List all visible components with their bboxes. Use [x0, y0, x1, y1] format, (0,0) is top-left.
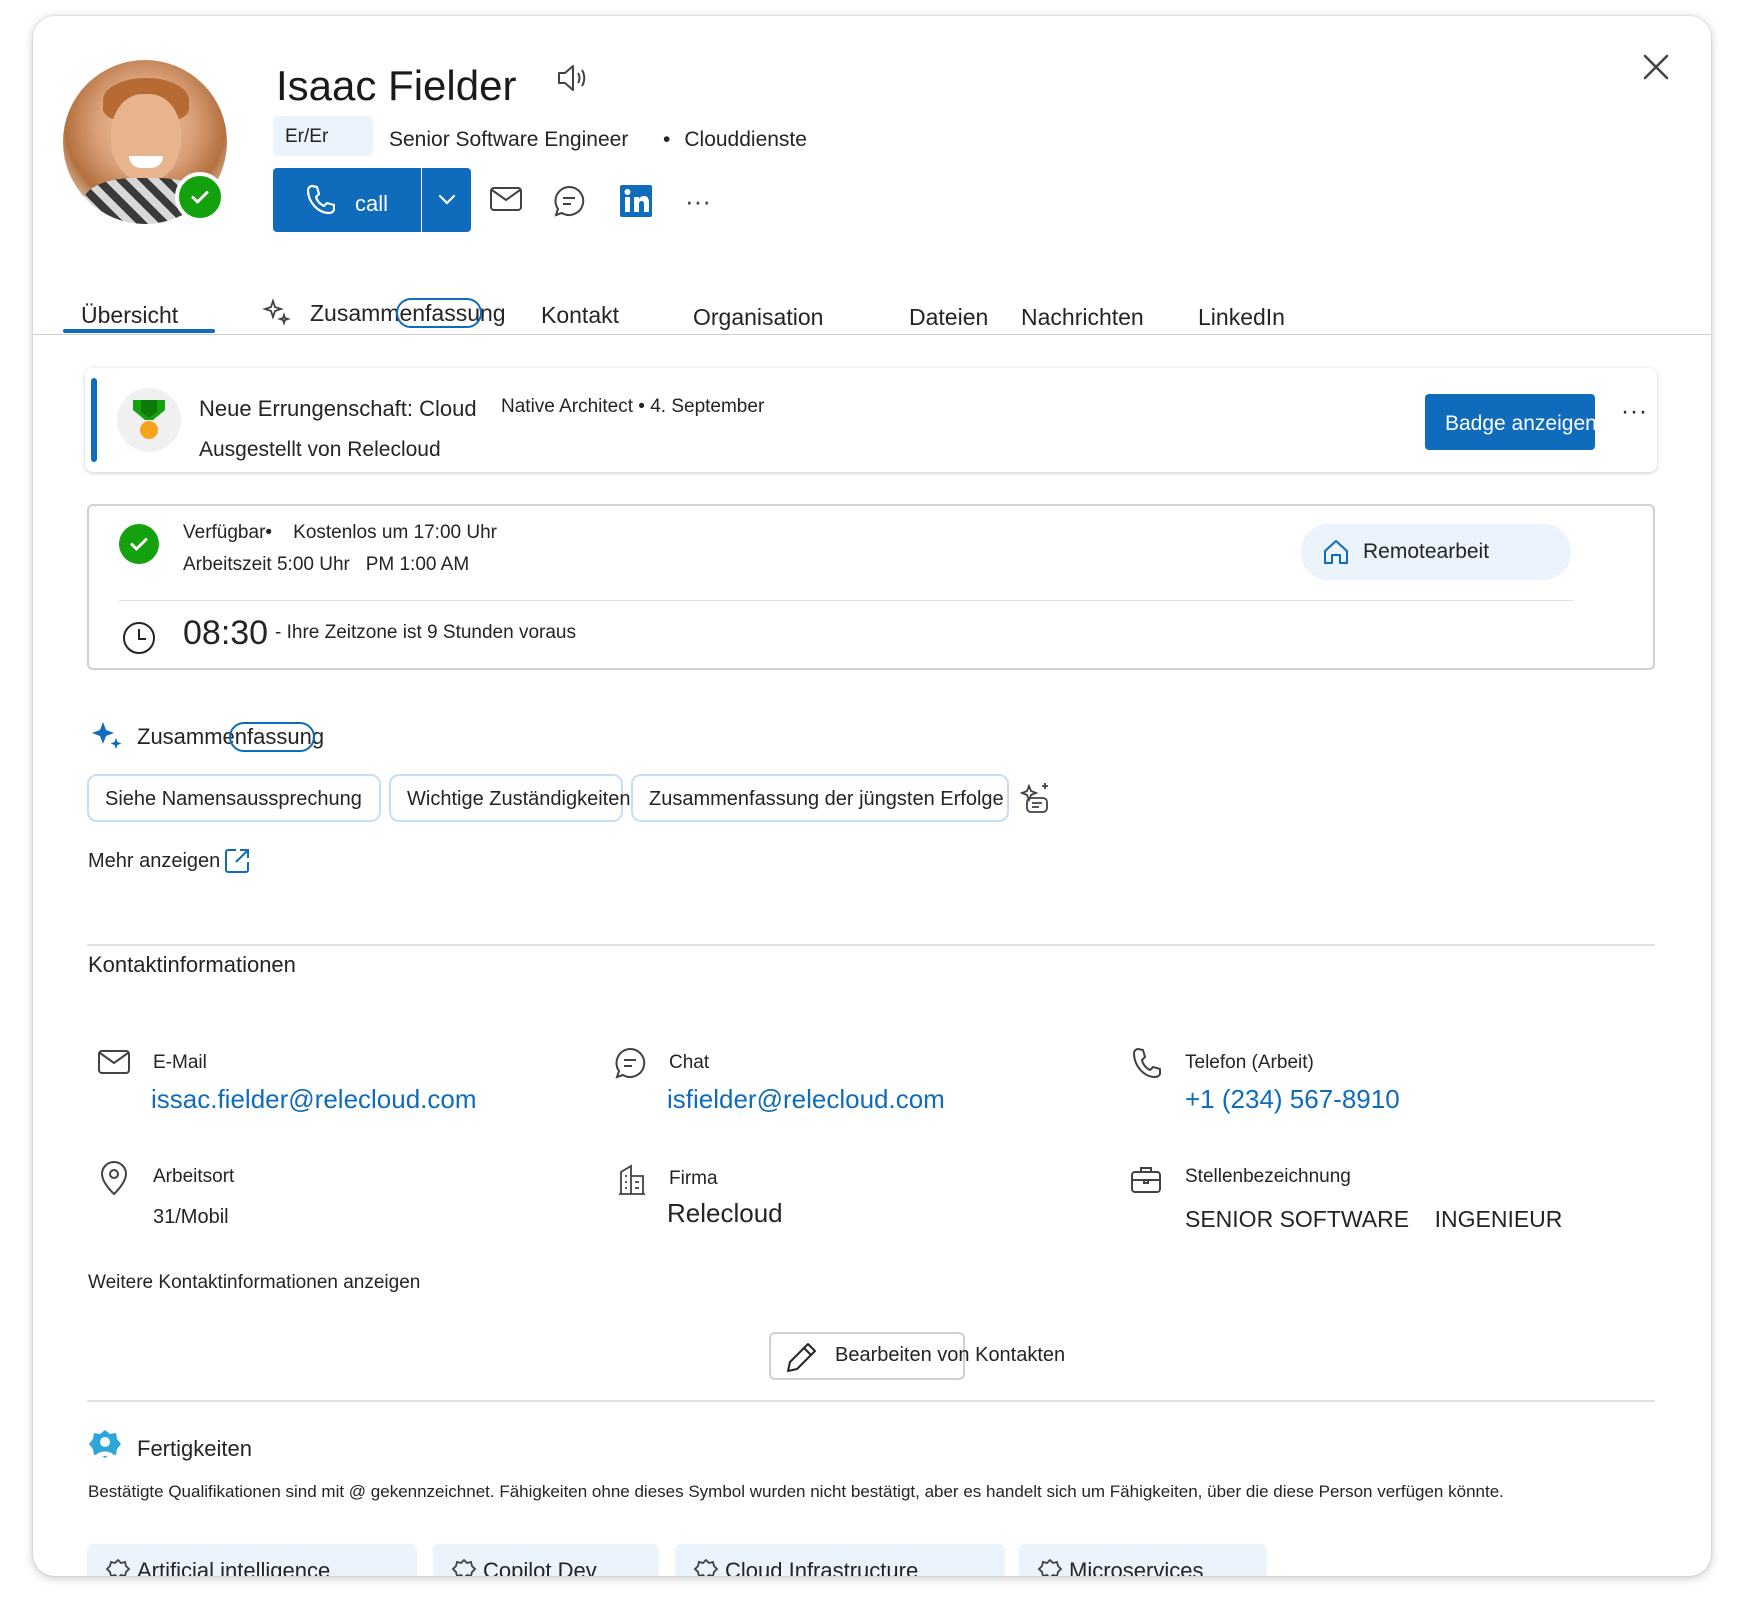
chat-label: Chat [669, 1052, 710, 1073]
availability-card: Verfügbar• Kostenlos um 17:00 Uhr Arbeit… [87, 504, 1655, 670]
phone-icon [1131, 1046, 1161, 1087]
timezone-note: - Ihre Zeitzone ist 9 Stunden voraus [275, 622, 576, 643]
tabs-divider [33, 334, 1711, 335]
skills-description: Bestätigte Qualifikationen sind mit @ ge… [88, 1482, 1504, 1501]
chip-recent-achievements[interactable]: Zusammenfassung der jüngsten Erfolge [631, 774, 1009, 822]
location-value: 31/Mobil [153, 1206, 229, 1228]
section-divider [87, 1400, 1655, 1402]
mail-icon[interactable] [489, 184, 523, 219]
working-hours: Arbeitszeit 5:00 Uhr PM 1:00 AM [183, 554, 470, 575]
tab-summary-highlight [396, 298, 482, 328]
chat-icon [613, 1046, 647, 1085]
call-label: call [355, 191, 389, 216]
tab-files[interactable]: Dateien [909, 304, 988, 331]
job-title: Senior Software Engineer [389, 128, 629, 151]
custom-prompt-icon[interactable] [1017, 780, 1053, 821]
section-divider [87, 944, 1655, 946]
pronouns-badge: Er/Er [273, 116, 373, 156]
chat-icon[interactable] [552, 184, 586, 223]
close-icon[interactable] [1641, 52, 1671, 87]
call-options-chevron-icon[interactable] [422, 168, 471, 232]
building-icon [617, 1162, 647, 1201]
remote-work-chip[interactable]: Remotearbeit [1301, 524, 1571, 580]
tab-organization[interactable]: Organisation [693, 304, 823, 331]
person-name: Isaac Fielder [276, 62, 517, 109]
presence-available-icon [175, 172, 225, 222]
tab-active-indicator [63, 329, 215, 333]
location-pin-icon [99, 1160, 129, 1201]
linkedin-icon[interactable] [619, 184, 653, 223]
copilot-sparkle-icon [91, 720, 123, 757]
phone-label: Telefon (Arbeit) [1185, 1052, 1314, 1073]
chip-name-pronunciation[interactable]: Siehe Namensaussprechung [87, 774, 381, 822]
pencil-icon [785, 1340, 819, 1379]
contact-info-title: Kontaktinformationen [88, 952, 296, 977]
tab-contact[interactable]: Kontakt [541, 302, 619, 329]
skill-label: Copilot Dev [483, 1558, 597, 1576]
available-check-icon [119, 524, 159, 564]
achievement-title: Neue Errungenschaft: Cloud [199, 396, 477, 421]
mail-icon [97, 1048, 131, 1081]
skill-badge-icon [1037, 1558, 1063, 1576]
tab-bar: Übersicht Zusammenfassung Kontakt Organi… [33, 266, 1711, 330]
summary-title-highlight [229, 722, 315, 752]
skill-chip[interactable]: Artificial intelligence [87, 1544, 417, 1576]
skills-title: Fertigkeiten [137, 1436, 252, 1461]
speaker-icon[interactable] [553, 60, 589, 101]
achievement-more-icon[interactable]: ··· [1621, 398, 1648, 426]
jobtitle-label: Stellenbezeichnung [1185, 1166, 1351, 1187]
company-value: Relecloud [667, 1198, 783, 1228]
department: • Clouddienste [663, 128, 807, 151]
availability-status: Verfügbar• Kostenlos um 17:00 Uhr [183, 522, 497, 543]
home-icon [1324, 540, 1348, 564]
email-label: E-Mail [153, 1052, 207, 1073]
department-label: Clouddienste [684, 128, 807, 151]
email-link[interactable]: issac.fielder@relecloud.com [151, 1084, 477, 1115]
skill-chip[interactable]: Copilot Dev [433, 1544, 659, 1576]
skill-label: Artificial intelligence [137, 1558, 331, 1576]
tab-overview[interactable]: Übersicht [81, 302, 178, 329]
skill-label: Cloud Infrastructure [725, 1558, 919, 1576]
phone-icon [306, 184, 335, 215]
skill-badge-icon [451, 1558, 477, 1576]
medal-icon [117, 388, 181, 452]
show-more-link[interactable]: Mehr anzeigen [88, 846, 252, 876]
local-time: 08:30 [183, 614, 269, 652]
chip-key-responsibilities[interactable]: Wichtige Zuständigkeiten [389, 774, 630, 822]
jobtitle-value: SENIOR SOFTWARE INGENIEUR [1185, 1206, 1563, 1232]
phone-link[interactable]: +1 (234) 567-8910 [1185, 1084, 1400, 1115]
achievement-card: Neue Errungenschaft: Cloud Native Archit… [85, 368, 1657, 472]
clock-icon [121, 620, 157, 661]
view-badge-button[interactable]: Badge anzeigen [1425, 394, 1595, 450]
location-label: Arbeitsort [153, 1166, 235, 1187]
edit-contact-label: Bearbeiten von Kontakten [835, 1344, 1066, 1366]
show-more-label: Mehr anzeigen [88, 849, 221, 872]
more-contact-info-link[interactable]: Weitere Kontaktinformationen anzeigen [88, 1272, 420, 1294]
achievement-accent-bar [91, 378, 97, 462]
tab-linkedin[interactable]: LinkedIn [1198, 304, 1285, 331]
skill-chip[interactable]: Cloud Infrastructure [675, 1544, 1005, 1576]
skill-chip[interactable]: Microservices [1019, 1544, 1267, 1576]
availability-divider [119, 600, 1573, 601]
chat-link[interactable]: isfielder@relecloud.com [667, 1084, 945, 1115]
skill-label: Microservices [1069, 1558, 1204, 1576]
profile-card: Isaac Fielder Er/Er Senior Software Engi… [33, 16, 1711, 1576]
achievement-meta: Native Architect • 4. September [501, 396, 765, 417]
call-button[interactable]: call [273, 168, 421, 232]
open-external-icon [225, 849, 250, 873]
company-label: Firma [669, 1168, 718, 1189]
skills-icon [87, 1428, 123, 1471]
tab-summary-sparkle-icon[interactable] [261, 298, 291, 334]
more-actions-icon[interactable]: ··· [685, 186, 711, 217]
achievement-issuer: Ausgestellt von Relecloud [199, 438, 441, 461]
remote-work-label: Remotearbeit [1363, 540, 1490, 563]
briefcase-icon [1129, 1164, 1163, 1199]
tab-messages[interactable]: Nachrichten [1021, 304, 1144, 331]
skill-badge-icon [105, 1558, 131, 1576]
skill-badge-icon [693, 1558, 719, 1576]
